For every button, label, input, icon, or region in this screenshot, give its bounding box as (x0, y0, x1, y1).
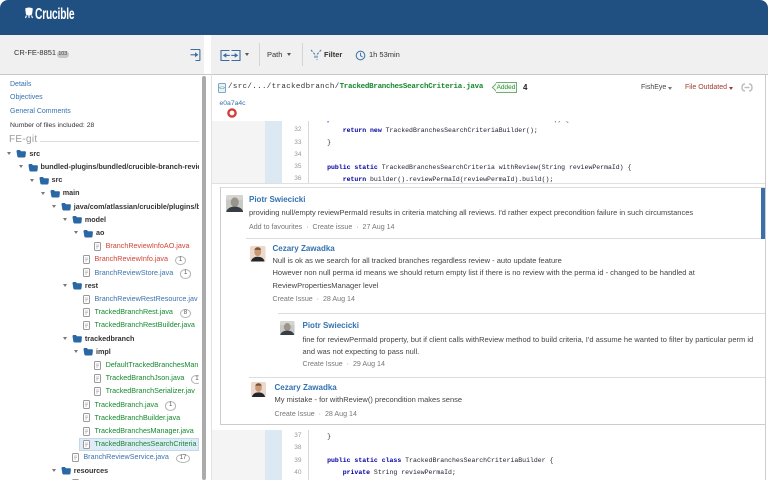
svg-text:<>: <> (219, 85, 225, 91)
